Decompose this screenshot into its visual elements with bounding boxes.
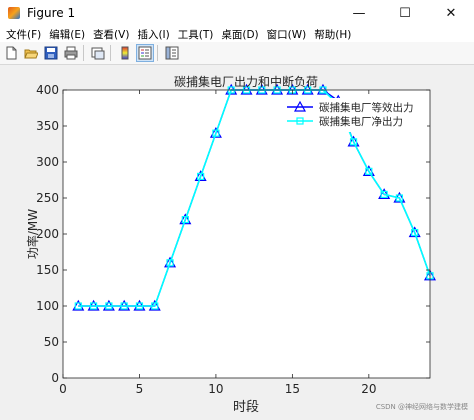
menu-desktop[interactable]: 桌面(D) [221,27,258,42]
menu-insert[interactable]: 插入(I) [137,27,169,42]
menu-help[interactable]: 帮助(H) [314,27,351,42]
window-title: Figure 1 [27,6,76,20]
maximize-button[interactable]: ☐ [382,0,428,26]
x-tick-label: 15 [285,382,300,396]
window-titlebar: Figure 1 — ☐ ✕ [0,0,474,27]
new-figure-icon[interactable] [2,44,20,62]
y-tick-label: 300 [36,155,59,169]
minimize-button[interactable]: — [336,0,382,26]
toolbar-separator [110,45,111,61]
link-plot-icon[interactable] [89,44,107,62]
menu-window[interactable]: 窗口(W) [267,27,307,42]
x-tick-label: 20 [361,382,376,396]
plot-area [63,90,430,378]
menu-file[interactable]: 文件(F) [6,27,41,42]
y-tick-label: 350 [36,119,59,133]
menu-tools[interactable]: 工具(T) [178,27,214,42]
menu-bar: 文件(F) 编辑(E) 查看(V) 插入(I) 工具(T) 桌面(D) 窗口(W… [0,26,474,42]
menu-view[interactable]: 查看(V) [93,27,129,42]
y-tick-label: 150 [36,263,59,277]
y-tick-label: 250 [36,191,59,205]
x-tick-label: 5 [136,382,144,396]
insert-colorbar-icon[interactable] [116,44,134,62]
menu-edit[interactable]: 编辑(E) [49,27,85,42]
open-file-icon[interactable] [22,44,40,62]
save-icon[interactable] [42,44,60,62]
insert-legend-icon[interactable] [136,44,154,62]
x-tick-label: 0 [59,382,67,396]
y-tick-label: 0 [51,371,59,385]
chart-title: 碳捕集电厂出力和中断负荷 [174,74,318,89]
figure-toolbar [0,42,474,65]
y-tick-label: 100 [36,299,59,313]
print-icon[interactable] [62,44,80,62]
toolbar-separator [83,45,84,61]
legend-label: 碳捕集电厂等效出力 [319,101,414,114]
toolbar-separator [157,45,158,61]
line-chart: 0 5 10 15 20050100150200250300350400 碳捕集电厂出力… [25,74,437,415]
watermark: CSDN @神经网络与数学建模 [375,403,468,411]
x-tick-label: 10 [208,382,223,396]
property-editor-icon[interactable] [163,44,181,62]
y-axis-label: 功率/MW [25,209,40,259]
y-tick-label: 400 [36,83,59,97]
legend-label: 碳捕集电厂净出力 [319,115,403,128]
matlab-logo-icon [8,7,20,19]
x-axis-label: 时段 [233,400,259,415]
legend: 碳捕集电厂等效出力碳捕集电厂净出力 [283,98,427,132]
window-controls: — ☐ ✕ [336,0,474,26]
y-tick-label: 50 [44,335,59,349]
figure-canvas[interactable]: 0 5 10 15 20 0 50 100 150 200 250 300 350 400 碳捕集电厂出力… [0,65,474,416]
close-button[interactable]: ✕ [428,0,474,26]
